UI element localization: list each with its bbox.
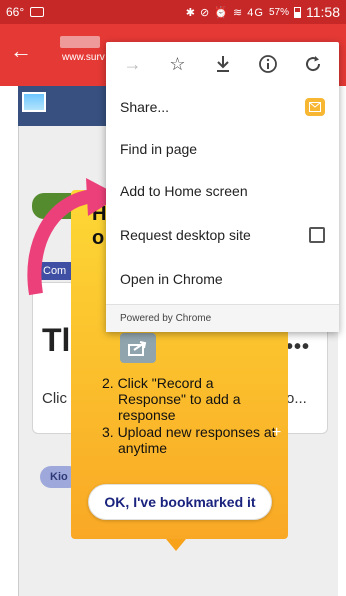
page-title-blurred xyxy=(60,36,100,48)
share-app-icon xyxy=(305,98,325,116)
menu-item-label: Open in Chrome xyxy=(120,271,223,287)
menu-item-label: Add to Home screen xyxy=(120,183,248,199)
menu-item-label: Request desktop site xyxy=(120,227,251,243)
image-notification-icon xyxy=(30,7,45,17)
step-2: 2. Click "Record a Response" to add a re… xyxy=(102,375,241,423)
plus-icon: + xyxy=(272,424,282,441)
step-3: 3. Upload new responses at anytime xyxy=(102,424,276,456)
status-icons: ✱ ⊘ ⏰ ≋ 4G 57% 11:58 xyxy=(186,4,340,20)
status-bar: 66° ✱ ⊘ ⏰ ≋ 4G 57% 11:58 xyxy=(0,0,346,24)
status-icons-text: ✱ ⊘ ⏰ ≋ 4G xyxy=(185,6,264,19)
tooltip-steps: 2. Click "Record a Response" to add a re… xyxy=(102,375,282,457)
more-options-icon[interactable]: ••• xyxy=(286,336,310,359)
menu-item-open-in-chrome[interactable]: Open in Chrome xyxy=(106,258,339,300)
menu-item-share[interactable]: Share... xyxy=(106,86,339,128)
tooltip-caret xyxy=(166,539,186,551)
menu-item-request-desktop-site[interactable]: Request desktop site xyxy=(106,214,339,256)
menu-item-find-in-page[interactable]: Find in page xyxy=(106,128,339,170)
menu-item-label: Share... xyxy=(120,99,170,115)
menu-footer: Powered by Chrome xyxy=(106,304,339,332)
menu-icon-row: → ☆ xyxy=(106,42,339,86)
download-icon[interactable] xyxy=(210,51,236,77)
refresh-icon[interactable] xyxy=(300,51,326,77)
url-text[interactable]: www.surv xyxy=(62,52,105,63)
card-text-right: o... xyxy=(286,390,307,407)
card-title: Tl xyxy=(42,322,71,358)
menu-item-add-to-home-screen[interactable]: Add to Home screen xyxy=(106,170,339,212)
battery-percent: 57% xyxy=(268,6,289,18)
back-arrow-icon[interactable]: ← xyxy=(10,38,32,64)
temperature: 66° xyxy=(6,5,25,19)
info-icon[interactable] xyxy=(255,51,281,77)
star-icon[interactable]: ☆ xyxy=(165,51,191,77)
menu-item-label: Find in page xyxy=(120,141,198,157)
share-icon xyxy=(120,333,156,363)
battery-icon xyxy=(294,6,301,18)
chrome-overflow-menu: → ☆ Share... Find in page Add to Home sc… xyxy=(106,42,339,332)
ok-bookmarked-button[interactable]: OK, I've bookmarked it xyxy=(88,484,272,520)
forward-icon[interactable]: → xyxy=(120,51,146,77)
desktop-site-checkbox[interactable] xyxy=(309,227,325,243)
image-icon xyxy=(22,92,46,112)
card-text-left: Clic xyxy=(42,390,67,407)
clock: 11:58 xyxy=(306,4,340,20)
